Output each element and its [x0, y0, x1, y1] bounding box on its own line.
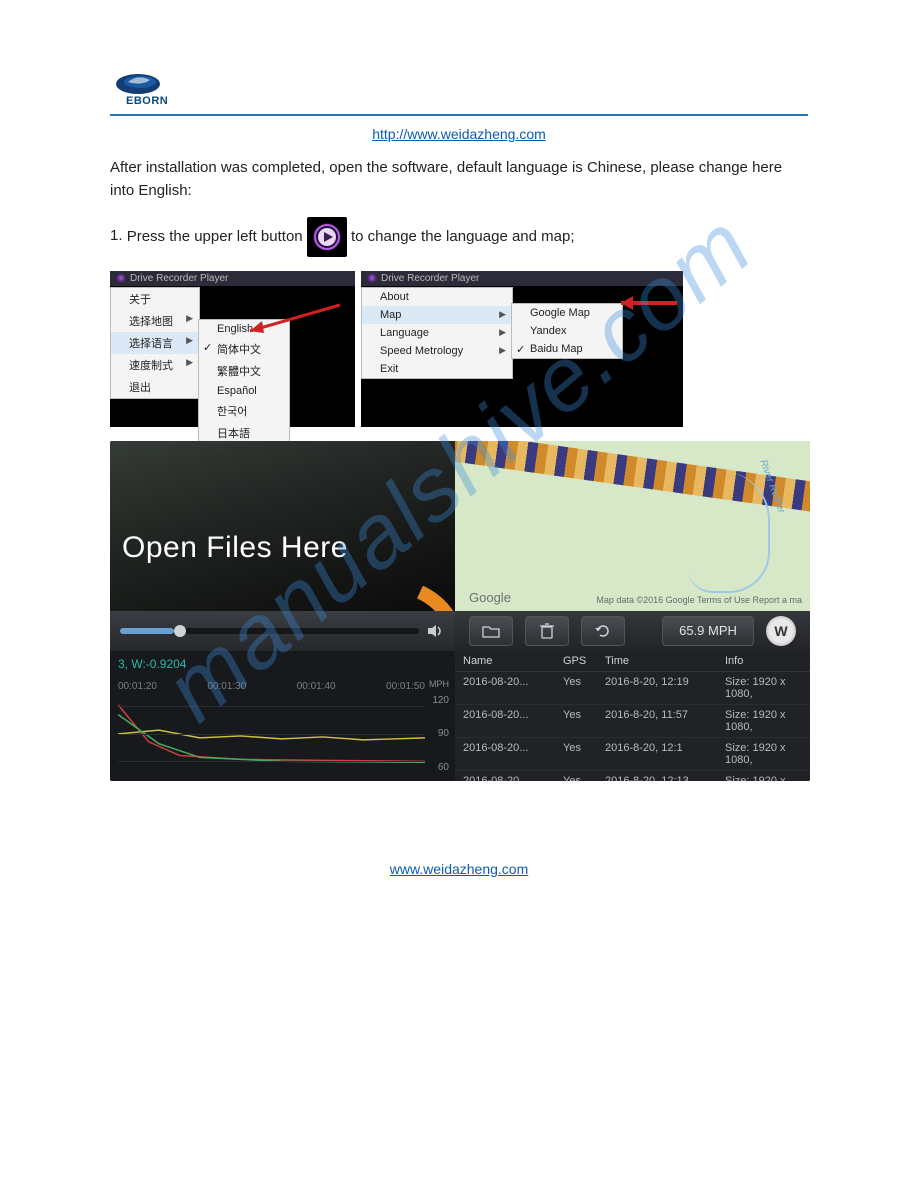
red-arrow-icon	[240, 301, 350, 341]
volume-icon[interactable]	[427, 624, 445, 638]
y-tick: 120	[427, 695, 449, 706]
table-cell: Size: 1920 x 1080,	[725, 775, 802, 781]
player-launch-icon	[307, 217, 347, 257]
table-cell: 2016-08-20...	[463, 775, 563, 781]
map-river-shape	[688, 471, 770, 593]
menu-item[interactable]: 速度制式▶	[111, 354, 199, 376]
speed-axis-labels: 120 90 60	[427, 695, 449, 773]
menu-item[interactable]: Exit	[362, 360, 512, 378]
compass-display: W	[766, 616, 796, 646]
open-files-label: Open Files Here	[122, 531, 348, 565]
step-suffix: to change the language and map;	[351, 227, 575, 244]
table-cell: Yes	[563, 742, 605, 766]
map-pane: River Rother Google Map data ©2016 Googl…	[455, 441, 810, 611]
bottom-link-row: www.weidazheng.com	[110, 861, 808, 877]
menu-item[interactable]: 关于	[111, 288, 199, 310]
header-divider	[110, 114, 808, 116]
menu-item[interactable]: 繁體中文	[199, 360, 289, 382]
brand-logo: EBORN	[110, 70, 808, 110]
window-title-2: Drive Recorder Player	[381, 273, 479, 284]
menu-item[interactable]: Yandex	[512, 322, 622, 340]
graph-unit-label: MPH	[429, 679, 449, 689]
main-menu-cn: 关于选择地图▶选择语言▶速度制式▶退出	[110, 287, 200, 399]
table-cell: 2016-8-20, 12:13	[605, 775, 725, 781]
intro-paragraph: After installation was completed, open t…	[110, 156, 808, 203]
menu-item[interactable]: Speed Metrology▶	[362, 342, 512, 360]
video-overlay	[110, 441, 455, 611]
menu-item[interactable]: 한국어	[199, 400, 289, 422]
table-row[interactable]: 2016-08-20...Yes2016-8-20, 12:19Size: 19…	[455, 672, 810, 705]
column-header: GPS	[563, 655, 605, 667]
refresh-button[interactable]	[581, 616, 625, 646]
gps-coord-label: 3, W:-0.9204	[118, 657, 447, 671]
menu-item[interactable]: Language▶	[362, 324, 512, 342]
playback-controls	[110, 611, 455, 651]
table-header: NameGPSTimeInfo	[455, 651, 810, 672]
app-icon	[367, 273, 377, 283]
menu-item[interactable]: 简体中文	[199, 338, 289, 360]
menu-item[interactable]: 退出	[111, 376, 199, 398]
screenshot-language-menu: Drive Recorder Player 关于选择地图▶选择语言▶速度制式▶退…	[110, 271, 355, 427]
table-cell: 2016-8-20, 12:19	[605, 676, 725, 700]
eborn-logo-icon: EBORN	[110, 70, 170, 110]
step-prefix: Press the upper left button	[127, 227, 303, 244]
language-map-screenshots: Drive Recorder Player 关于选择地图▶选择语言▶速度制式▶退…	[110, 271, 808, 427]
time-tick: 00:01:20	[118, 681, 157, 692]
time-tick: 00:01:50	[386, 681, 425, 692]
table-cell: 2016-8-20, 12:1	[605, 742, 725, 766]
table-cell: Size: 1920 x 1080,	[725, 709, 802, 733]
y-tick: 90	[427, 728, 449, 739]
menu-item[interactable]: Map▶	[362, 306, 512, 324]
menu-item[interactable]: Google Map	[512, 304, 622, 322]
step-1: 1. Press the upper left button to change…	[110, 217, 808, 257]
time-tick: 00:01:40	[297, 681, 336, 692]
menu-item[interactable]: 选择地图▶	[111, 310, 199, 332]
top-link-row: http://www.weidazheng.com	[110, 126, 808, 142]
map-attribution: Map data ©2016 Google Terms of Use Repor…	[596, 595, 802, 605]
step-number: 1.	[110, 224, 123, 247]
window-titlebar-2: Drive Recorder Player	[361, 271, 683, 286]
open-file-button[interactable]	[469, 616, 513, 646]
menu-item[interactable]: 选择语言▶	[111, 332, 199, 354]
table-cell: 2016-08-20...	[463, 676, 563, 700]
time-axis-ticks: 00:01:20 00:01:30 00:01:40 00:01:50	[118, 681, 425, 692]
table-cell: Yes	[563, 709, 605, 733]
file-toolbar: 65.9 MPH W	[455, 611, 810, 651]
table-cell: 2016-8-20, 11:57	[605, 709, 725, 733]
graph-plot-area	[118, 695, 425, 773]
seek-bar[interactable]	[120, 628, 419, 634]
table-cell: 2016-08-20...	[463, 742, 563, 766]
website-link-top[interactable]: http://www.weidazheng.com	[372, 126, 546, 142]
menu-item[interactable]: About	[362, 288, 512, 306]
column-header: Name	[463, 655, 563, 667]
y-tick: 60	[427, 762, 449, 773]
table-row[interactable]: 2016-08-20...Yes2016-8-20, 11:57Size: 19…	[455, 705, 810, 738]
table-cell: Yes	[563, 676, 605, 700]
speed-display: 65.9 MPH	[662, 616, 754, 646]
table-cell: 2016-08-20...	[463, 709, 563, 733]
delete-button[interactable]	[525, 616, 569, 646]
screenshot-map-menu: Drive Recorder Player AboutMap▶Language▶…	[361, 271, 683, 427]
column-header: Time	[605, 655, 725, 667]
website-link-bottom[interactable]: www.weidazheng.com	[390, 861, 529, 877]
table-row[interactable]: 2016-08-20...Yes2016-8-20, 12:13Size: 19…	[455, 771, 810, 781]
player-screenshot: River Rother Google Map data ©2016 Googl…	[110, 441, 810, 781]
app-icon	[116, 273, 126, 283]
window-titlebar-1: Drive Recorder Player	[110, 271, 355, 286]
column-header: Info	[725, 655, 802, 667]
menu-item[interactable]: Baidu Map	[512, 340, 622, 358]
red-arrow-icon	[613, 293, 683, 317]
menu-item[interactable]: Español	[199, 382, 289, 400]
table-cell: Yes	[563, 775, 605, 781]
map-submenu: Google MapYandexBaidu Map	[511, 303, 623, 359]
table-cell: Size: 1920 x 1080,	[725, 742, 802, 766]
speed-graph: 3, W:-0.9204 00:01:2000:01:3000:01:4000:…	[110, 651, 455, 781]
window-title-1: Drive Recorder Player	[130, 273, 228, 284]
table-row[interactable]: 2016-08-20...Yes2016-8-20, 12:1Size: 192…	[455, 738, 810, 771]
svg-text:EBORN: EBORN	[126, 95, 168, 107]
time-tick: 00:01:30	[207, 681, 246, 692]
table-cell: Size: 1920 x 1080,	[725, 676, 802, 700]
file-table: NameGPSTimeInfo 2016-08-20...Yes2016-8-2…	[455, 651, 810, 781]
main-menu-en: AboutMap▶Language▶Speed Metrology▶Exit	[361, 287, 513, 379]
